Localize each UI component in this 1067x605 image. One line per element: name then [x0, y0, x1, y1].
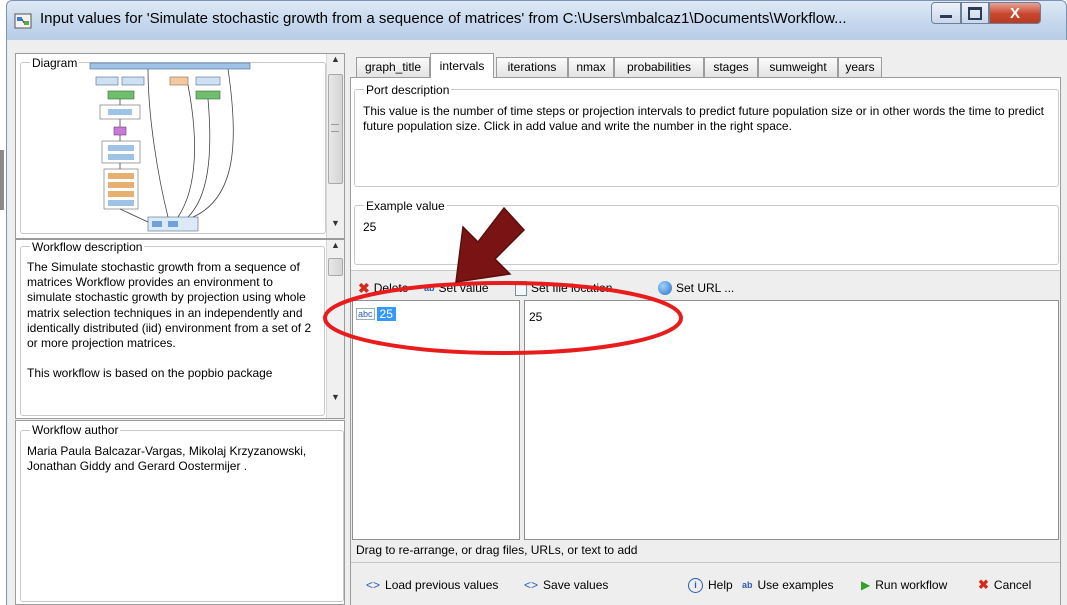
scroll-down-arrow-icon[interactable]: ▼ — [327, 392, 344, 402]
text-value-icon: abc — [356, 308, 375, 320]
description-scrollbar[interactable]: ▲ ▼ — [326, 240, 344, 418]
example-value-frame — [354, 205, 1059, 265]
example-value-label: Example value — [364, 199, 447, 213]
window-title: Input values for 'Simulate stochastic gr… — [40, 10, 847, 27]
play-icon: ▶ — [861, 578, 871, 592]
taverna-app-icon — [14, 13, 32, 29]
values-list[interactable]: abc 25 — [352, 300, 520, 540]
close-button[interactable]: X — [989, 2, 1041, 24]
tab-sumweight[interactable]: sumweight — [758, 57, 838, 77]
save-values-label: Save values — [543, 578, 609, 592]
delete-x-icon: ✖ — [358, 280, 370, 296]
minimize-icon — [940, 15, 952, 18]
delete-label: Delete — [373, 281, 409, 295]
set-url-label: Set URL ... — [676, 281, 735, 295]
cancel-label: Cancel — [993, 578, 1032, 592]
scroll-up-arrow-icon[interactable]: ▲ — [327, 240, 344, 250]
author-label: Workflow author — [30, 423, 121, 437]
list-item[interactable]: abc 25 — [356, 307, 396, 321]
set-value-label: Set value — [438, 281, 489, 295]
tab-intervals[interactable]: intervals — [430, 53, 494, 78]
set-value-button[interactable]: ab Set value — [424, 278, 489, 298]
help-label: Help — [708, 578, 733, 592]
load-previous-values-button[interactable]: <> Load previous values — [366, 576, 498, 594]
port-description-label: Port description — [364, 83, 452, 97]
use-examples-label: Use examples — [757, 578, 834, 592]
minimize-button[interactable] — [931, 2, 961, 24]
set-file-location-button[interactable]: Set file location... — [515, 278, 622, 298]
run-workflow-label: Run workflow — [875, 578, 948, 592]
diagram-label: Diagram — [30, 56, 80, 70]
description-label: Workflow description — [30, 240, 145, 254]
code-brackets-icon: <> — [524, 578, 539, 592]
help-button[interactable]: i Help — [688, 576, 733, 594]
use-examples-button[interactable]: ab Use examples — [742, 576, 834, 594]
file-icon — [515, 280, 527, 296]
maximize-button[interactable] — [961, 2, 989, 24]
list-item-value: 25 — [376, 307, 396, 321]
save-values-button[interactable]: <> Save values — [524, 576, 608, 594]
maximize-icon — [968, 6, 982, 20]
cancel-button[interactable]: ✖ Cancel — [978, 576, 1031, 594]
tab-iterations[interactable]: iterations — [496, 57, 568, 77]
workflow-diagram-thumbnail[interactable] — [88, 57, 256, 235]
tab-probabilities[interactable]: probabilities — [614, 57, 704, 77]
example-value-text: 25 — [363, 220, 377, 234]
background-window-edge — [0, 150, 4, 210]
value-editor-textarea[interactable]: 25 — [524, 300, 1059, 540]
description-text: The Simulate stochastic growth from a se… — [27, 260, 312, 381]
value-editor-text: 25 — [529, 310, 543, 324]
load-previous-label: Load previous values — [385, 578, 499, 592]
workflow-diagram-image — [89, 62, 251, 232]
port-description-text: This value is the number of time steps o… — [363, 104, 1044, 134]
grip-icon — [331, 124, 339, 132]
description-scroll-thumb[interactable] — [328, 258, 343, 276]
globe-icon — [658, 281, 672, 295]
cancel-x-icon: ✖ — [978, 577, 989, 592]
run-workflow-button[interactable]: ▶ Run workflow — [861, 576, 947, 594]
scroll-up-arrow-icon[interactable]: ▲ — [327, 54, 344, 64]
delete-button[interactable]: ✖ Delete — [358, 278, 408, 298]
set-url-button[interactable]: Set URL ... — [658, 278, 734, 298]
scroll-down-arrow-icon[interactable]: ▼ — [327, 218, 344, 228]
info-icon: i — [688, 577, 703, 593]
tab-graph-title[interactable]: graph_title — [356, 57, 430, 77]
close-icon: X — [1009, 4, 1020, 22]
drag-hint: Drag to re-arrange, or drag files, URLs,… — [356, 543, 638, 557]
set-file-location-label: Set file location... — [531, 281, 623, 295]
tab-nmax[interactable]: nmax — [568, 57, 614, 77]
diagram-scrollbar[interactable]: ▲ ▼ — [326, 54, 344, 238]
tab-stages[interactable]: stages — [704, 57, 758, 77]
code-brackets-icon: <> — [366, 578, 381, 592]
author-text: Maria Paula Balcazar-Vargas, Mikolaj Krz… — [27, 444, 307, 474]
tab-years[interactable]: years — [838, 57, 882, 77]
text-value-icon: ab — [742, 580, 753, 590]
text-value-icon: ab — [424, 283, 435, 293]
